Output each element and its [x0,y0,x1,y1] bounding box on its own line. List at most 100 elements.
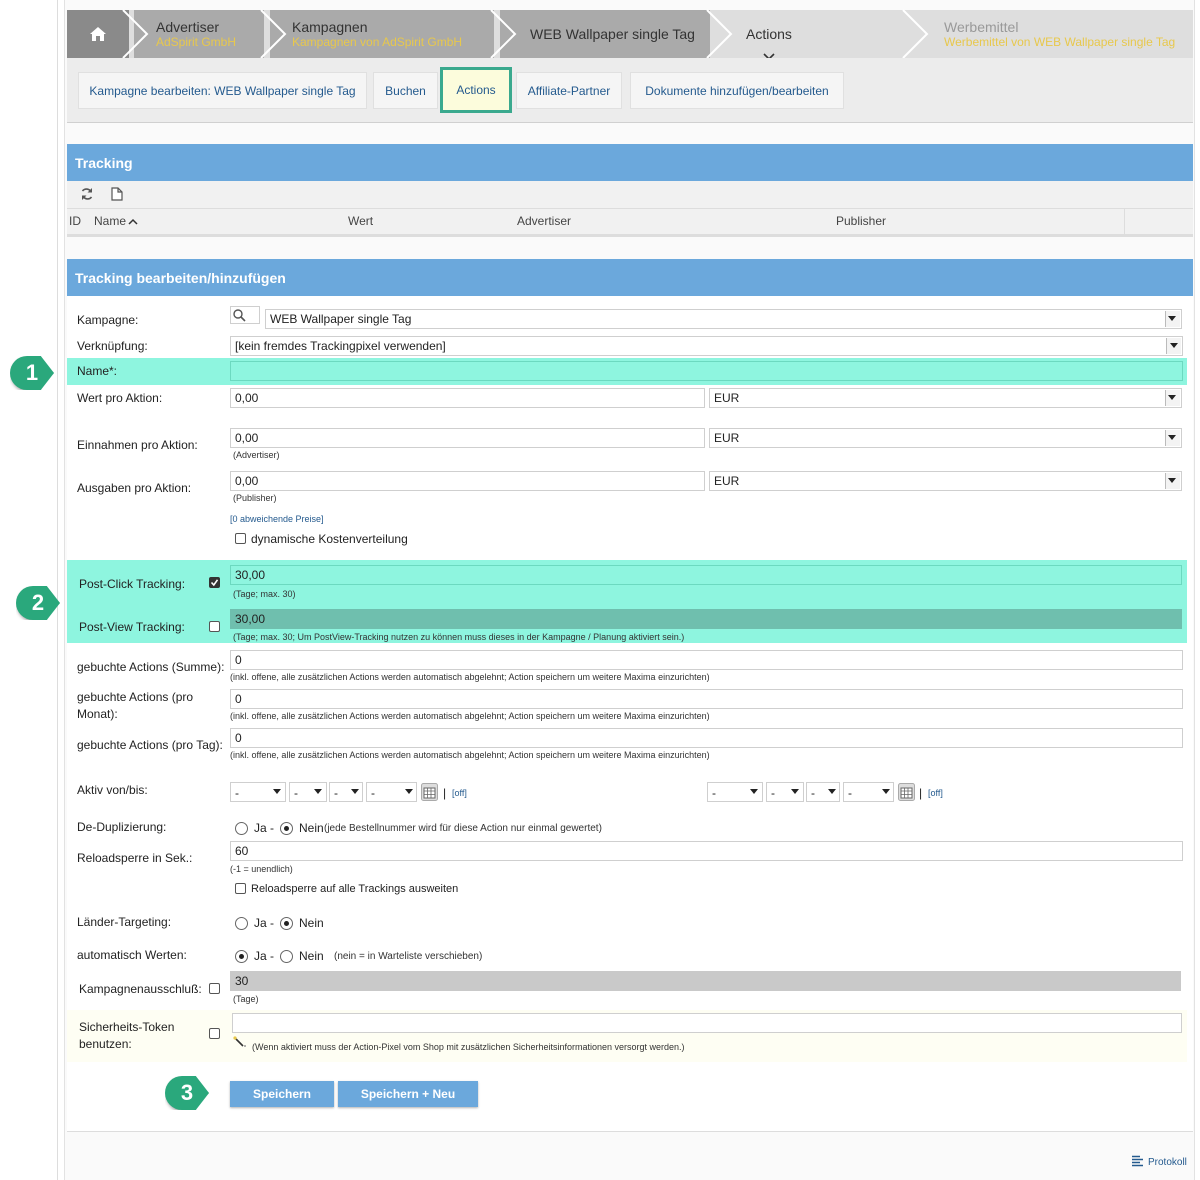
separator-pipe: | [919,786,923,800]
summe-input[interactable]: 0 [230,650,1183,670]
ausgaben-input[interactable]: 0,00 [230,471,705,491]
name-input[interactable] [230,361,1183,381]
ausgaben-currency-select[interactable]: EUR [709,471,1182,491]
dropdown-arrow-icon [828,789,836,794]
nav-dokumente[interactable]: Dokumente hinzufügen/bearbeiten [630,72,844,109]
save-new-button[interactable]: Speichern + Neu [338,1081,478,1107]
einnahmen-currency-select[interactable]: EUR [709,428,1182,448]
separator-pipe: | [443,786,447,800]
checkmark-icon [210,579,219,587]
postclick-input[interactable]: 30,00 [230,565,1182,585]
nav-affiliate-partner[interactable]: Affiliate-Partner [516,72,622,109]
protokoll-link[interactable]: Protokoll [1148,1157,1187,1168]
magic-wand-icon[interactable] [233,1036,247,1048]
nav-actions[interactable]: Actions [440,67,512,113]
breadcrumb-separators [122,9,929,59]
tag-hint: (inkl. offene, alle zusätzlichen Actions… [230,750,710,760]
col-wert[interactable]: Wert [348,214,373,228]
refresh-icon[interactable] [80,187,94,201]
dyn-kosten-checkbox[interactable] [235,533,246,544]
postview-input[interactable]: 30,00 [230,609,1182,629]
aktiv-label: Aktiv von/bis: [77,783,148,797]
bis-off-link[interactable]: [off] [928,788,943,798]
calendar-icon[interactable] [898,783,915,801]
reload-all-checkbox[interactable] [235,883,246,894]
ausschluss-input[interactable]: 30 [230,971,1181,991]
kampagne-search-button[interactable] [230,306,260,324]
laender-nein-label: Nein [299,916,324,930]
auto-ja-label: Ja - [254,949,275,963]
postclick-checkbox[interactable] [209,577,220,588]
token-input[interactable] [232,1013,1182,1033]
monat-hint: (inkl. offene, alle zusätzlichen Actions… [230,711,710,721]
dedup-hint: (jede Bestellnummer wird für diese Actio… [324,823,602,834]
footer-divider [67,1131,1193,1132]
col-id[interactable]: ID [69,214,81,228]
einnahmen-input[interactable]: 0,00 [230,428,705,448]
col-divider [1124,209,1125,234]
kampagne-label: Kampagne: [77,313,139,327]
auto-hint: (nein = in Warteliste verschieben) [334,951,483,962]
postview-label: Post-View Tracking: [79,620,185,634]
nav-buchen[interactable]: Buchen [373,72,438,109]
laender-nein-radio[interactable] [280,917,293,930]
nav-kampagne-bearbeiten[interactable]: Kampagne bearbeiten: WEB Wallpaper singl… [78,72,367,109]
dedup-nein-radio[interactable] [280,822,293,835]
auto-ja-radio[interactable] [235,950,248,963]
kampagne-select[interactable]: WEB Wallpaper single Tag [265,309,1182,329]
ausgaben-hint: (Publisher) [233,493,277,503]
auto-nein-radio[interactable] [280,950,293,963]
token-label-2: benutzen: [79,1037,132,1051]
dedup-nein-label: Nein [299,821,324,835]
save-button[interactable]: Speichern [230,1081,334,1107]
step-badge-2: 2 [16,586,60,620]
reload-all-label: Reloadsperre auf alle Trackings ausweite… [251,883,459,895]
calendar-icon[interactable] [421,783,438,801]
postview-hint: (Tage; max. 30; Um PostView-Tracking nut… [233,632,685,642]
postclick-label: Post-Click Tracking: [79,577,186,591]
protokoll-icon[interactable] [1132,1155,1144,1167]
dedup-label: De-Duplizierung: [77,820,167,834]
tag-label: gebuchte Actions (pro Tag): [77,738,223,752]
wert-input[interactable]: 0,00 [230,388,705,408]
reload-input[interactable]: 60 [230,841,1183,861]
token-label-1: Sicherheits-Token [79,1020,175,1034]
tracking-table [67,181,1193,237]
einnahmen-label: Einnahmen pro Aktion: [77,438,198,452]
dedup-ja-radio[interactable] [235,822,248,835]
new-document-icon[interactable] [111,187,123,201]
verknuepfung-select[interactable]: [kein fremdes Trackingpixel verwenden] [230,336,1183,356]
tracking-panel-title: Tracking [67,144,1193,181]
dropdown-arrow-icon [273,789,281,794]
laender-ja-radio[interactable] [235,917,248,930]
dropdown-arrow-icon [351,789,359,794]
token-checkbox[interactable] [209,1028,220,1039]
col-publisher[interactable]: Publisher [836,214,886,228]
dropdown-arrow-icon [405,789,413,794]
monat-input[interactable]: 0 [230,689,1183,709]
dropdown-arrow-icon [1168,435,1176,440]
sort-ascending-icon[interactable] [128,218,138,225]
wert-currency-select[interactable]: EUR [709,388,1182,408]
laender-ja-label: Ja - [254,916,275,930]
left-divider [57,0,58,1180]
dropdown-arrow-icon [750,789,758,794]
postview-checkbox[interactable] [209,621,220,632]
von-off-link[interactable]: [off] [452,788,467,798]
col-name[interactable]: Name [94,214,126,228]
name-label: Name*: [77,364,118,378]
dropdown-arrow-icon [1168,478,1176,483]
abweichende-preise-link[interactable]: [0 abweichende Preise] [230,514,324,524]
postclick-hint: (Tage; max. 30) [233,589,296,599]
dropdown-arrow-icon [882,789,890,794]
tag-input[interactable]: 0 [230,728,1183,748]
ausgaben-label: Ausgaben pro Aktion: [77,481,192,495]
form-panel-title: Tracking bearbeiten/hinzufügen [67,259,1193,296]
col-advertiser[interactable]: Advertiser [517,214,571,228]
auto-nein-label: Nein [299,949,324,963]
einnahmen-hint: (Advertiser) [233,450,280,460]
summe-label: gebuchte Actions (Summe): [77,660,225,674]
monat-label-1: gebuchte Actions (pro [77,690,194,704]
ausschluss-checkbox[interactable] [209,983,220,994]
step-badge-1: 1 [10,356,54,390]
